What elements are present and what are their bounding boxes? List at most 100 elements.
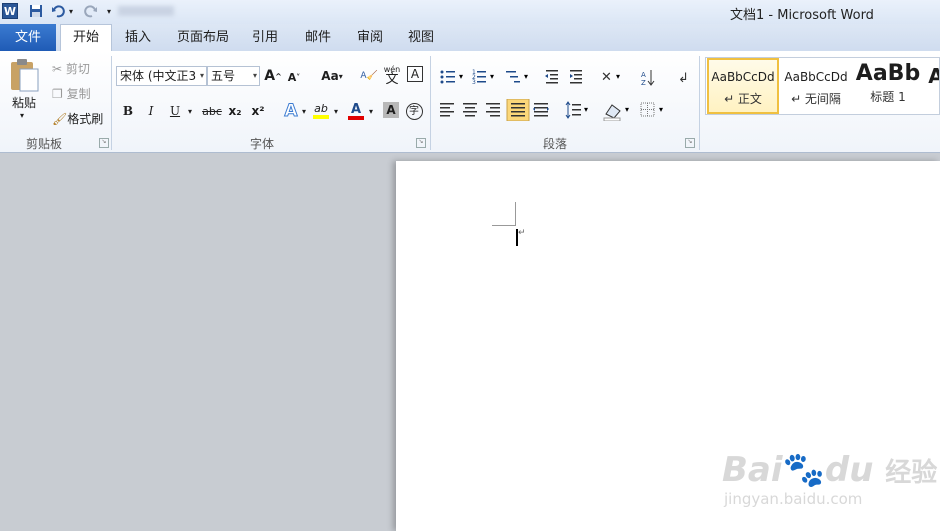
tab-review[interactable]: 审阅 — [346, 24, 394, 51]
paste-dropdown-icon[interactable]: ▾ — [20, 111, 24, 120]
cut-label: 剪切 — [65, 62, 90, 76]
char-shading-button[interactable]: A — [383, 102, 399, 118]
style-heading-2[interactable]: A — [926, 58, 939, 114]
shrink-font-button[interactable]: A ˅ — [287, 66, 301, 88]
increase-indent-icon — [570, 70, 582, 84]
word-app-icon[interactable]: W — [2, 3, 18, 19]
tab-mailings[interactable]: 邮件 — [294, 24, 342, 51]
decrease-indent-icon — [545, 70, 558, 84]
paste-button[interactable]: 粘贴 — [12, 94, 36, 111]
text-effects-dropdown-icon[interactable]: ▾ — [300, 100, 308, 122]
margin-mark — [515, 202, 516, 226]
underline-dropdown-icon[interactable]: ▾ — [185, 100, 195, 122]
text-effects-button[interactable]: A — [281, 100, 301, 122]
chevron-down-icon: ▾ — [252, 71, 257, 80]
char-border-button[interactable]: A — [407, 66, 423, 82]
multilevel-list-icon — [506, 71, 520, 83]
watermark-cn: 经验 — [885, 458, 938, 488]
group-separator — [111, 56, 112, 150]
clipboard-launcher-icon[interactable]: ↘ — [99, 138, 109, 148]
format-painter-label: 格式刷 — [67, 112, 104, 126]
font-launcher-icon[interactable]: ↘ — [416, 138, 426, 148]
redo-icon[interactable] — [83, 3, 99, 19]
svg-text:✕: ✕ — [601, 70, 612, 85]
tab-insert[interactable]: 插入 — [114, 24, 162, 51]
copy-button[interactable]: ❐ 复制 — [52, 85, 91, 102]
style-name: ↵ 正文 — [724, 92, 762, 106]
change-case-button[interactable]: Aa ▾ — [319, 65, 345, 87]
svg-text:Z: Z — [641, 79, 646, 87]
enclose-char-icon: 字 — [405, 102, 423, 120]
brush-icon: 🖌 — [52, 112, 68, 126]
group-separator — [699, 56, 700, 150]
customize-qat-icon[interactable]: ▾ — [104, 3, 114, 19]
font-color-dropdown-icon[interactable]: ▾ — [367, 100, 375, 122]
format-painter-button[interactable]: 🖌格式刷 — [52, 110, 103, 127]
paste-icon[interactable] — [8, 57, 44, 93]
save-icon[interactable] — [28, 3, 44, 19]
cut-button[interactable]: ✂ 剪切 — [52, 60, 90, 77]
svg-text:▾: ▾ — [616, 72, 620, 81]
tab-home[interactable]: 开始 — [60, 24, 113, 51]
svg-text:▾: ▾ — [659, 105, 663, 114]
bullets-icon — [440, 70, 455, 84]
font-color-button[interactable]: A — [347, 100, 365, 122]
phonetic-guide-button[interactable]: wén 文 — [383, 64, 401, 86]
tab-page-layout[interactable]: 页面布局 — [166, 24, 240, 51]
underline-button[interactable]: U — [167, 100, 183, 122]
style-sample: AaBbCcDd — [784, 70, 848, 84]
undo-icon[interactable] — [50, 3, 66, 19]
bold-button[interactable]: B — [120, 100, 136, 122]
group-label-clipboard: 剪贴板 — [26, 137, 63, 151]
paragraph-row-2: ▾ ▾ ▾ — [438, 98, 668, 122]
strikethrough-button[interactable]: abc — [202, 100, 222, 122]
group-label-font: 字体 — [250, 137, 275, 151]
font-color-icon: A — [350, 101, 362, 117]
svg-text:▾: ▾ — [459, 72, 463, 81]
style-name: ↵ 无间隔 — [791, 92, 841, 106]
line-spacing-icon — [565, 101, 581, 119]
highlight-button[interactable]: ab — [312, 100, 330, 122]
blurred-text — [118, 6, 174, 16]
style-normal[interactable]: AaBbCcDd ↵ 正文 — [707, 58, 779, 114]
tab-view[interactable]: 视图 — [397, 24, 445, 51]
group-label-paragraph: 段落 — [543, 137, 568, 151]
highlight-dropdown-icon[interactable]: ▾ — [332, 100, 340, 122]
chinese-layout-icon: ✕ ▾ — [601, 70, 620, 85]
italic-button[interactable]: I — [143, 100, 159, 122]
font-size-select[interactable]: 五号 ▾ — [207, 66, 260, 86]
margin-mark — [492, 225, 516, 226]
style-name: 标题 1 — [870, 90, 906, 104]
clear-format-icon: A🧹 — [360, 71, 378, 81]
superscript-button[interactable]: x² — [250, 100, 266, 122]
grow-font-button[interactable]: A ^ — [264, 65, 282, 87]
watermark-bai: Bai — [722, 450, 783, 490]
show-marks-icon: ↲ — [678, 71, 689, 86]
align-left-icon — [440, 103, 454, 117]
distributed-icon — [533, 103, 549, 117]
font-name-value: 宋体 (中文正3 — [120, 69, 197, 83]
paragraph-launcher-icon[interactable]: ↘ — [685, 138, 695, 148]
window-title: 文档1 - Microsoft Word — [730, 8, 874, 23]
ribbon-tabs: 文件 开始 插入 页面布局 引用 邮件 审阅 视图 — [0, 24, 940, 51]
font-name-select[interactable]: 宋体 (中文正3 ▾ — [116, 66, 207, 86]
undo-dropdown-icon[interactable]: ▾ — [66, 3, 76, 19]
style-heading-1[interactable]: AaBb 标题 1 — [852, 58, 924, 114]
scissors-icon: ✂ — [52, 62, 63, 76]
paw-icon: 🐾 — [782, 450, 825, 490]
style-sample: AaBbCcDd — [711, 70, 775, 84]
subscript-button[interactable]: x₂ — [227, 100, 243, 122]
copy-label: 复制 — [66, 87, 91, 101]
svg-text:3: 3 — [472, 79, 476, 86]
change-case-icon: Aa — [321, 69, 339, 83]
enclose-char-button[interactable]: 字 — [405, 100, 423, 122]
tab-file[interactable]: 文件 — [0, 24, 56, 51]
clear-format-button[interactable]: A🧹 — [360, 65, 378, 87]
borders-icon — [640, 102, 655, 117]
style-no-spacing[interactable]: AaBbCcDd ↵ 无间隔 — [780, 58, 852, 114]
align-right-icon — [486, 103, 500, 117]
tab-references[interactable]: 引用 — [241, 24, 289, 51]
numbering-icon: 123 — [472, 69, 486, 86]
style-sample: A — [926, 64, 939, 88]
document-page[interactable]: ↵ Bai🐾du 经验 jingyan.baidu.com — [396, 161, 940, 531]
